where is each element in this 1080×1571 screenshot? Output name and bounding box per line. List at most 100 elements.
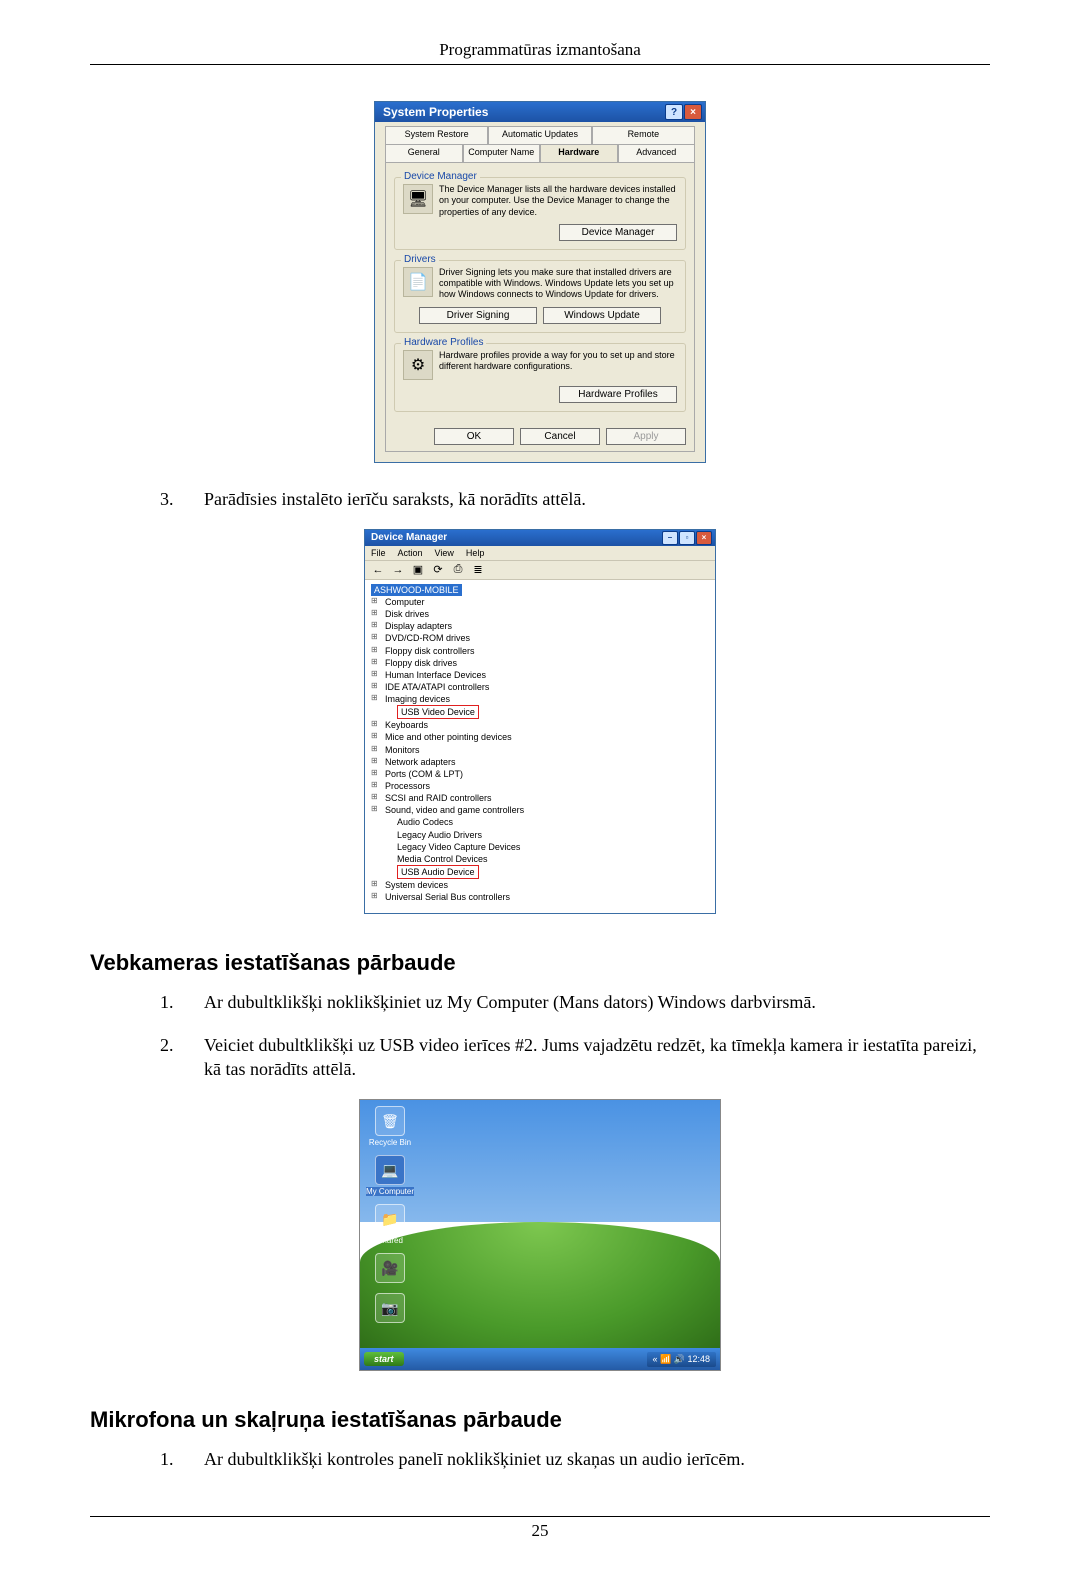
windows-update-button[interactable]: Windows Update xyxy=(543,307,661,324)
toolbar-back-icon[interactable]: ← xyxy=(371,563,385,577)
tree-node[interactable]: Monitors xyxy=(371,744,709,756)
folder-label: Shared xyxy=(366,1236,414,1245)
tree-node[interactable]: Processors xyxy=(371,780,709,792)
xp-desktop: 🗑 Recycle Bin 💻 My Computer 📁 Shared 🎥 📷 xyxy=(359,1099,721,1371)
tree-node[interactable]: Computer xyxy=(371,596,709,608)
hw-profiles-button[interactable]: Hardware Profiles xyxy=(559,386,677,403)
menu-view[interactable]: View xyxy=(435,548,454,558)
ok-button[interactable]: OK xyxy=(434,428,514,445)
tree-node[interactable]: Disk drives xyxy=(371,608,709,620)
fieldset-device-manager: Device Manager 🖥 The Device Manager list… xyxy=(394,177,686,250)
drivers-desc: Driver Signing lets you make sure that i… xyxy=(439,267,677,301)
step-3-text: Parādīsies instalēto ierīču saraksts, kā… xyxy=(204,487,990,511)
usb-video-device-highlight[interactable]: USB Video Device xyxy=(397,705,479,719)
tab-computer-name[interactable]: Computer Name xyxy=(463,144,541,162)
desktop-icon-shared[interactable]: 📁 Shared xyxy=(366,1204,414,1245)
folder-icon: 📁 xyxy=(375,1204,405,1234)
figure-system-properties: System Properties ? × System Restore Aut… xyxy=(90,101,990,463)
devmgr-toolbar: ← → ▣ ⟳ ⎙ ≣ xyxy=(365,561,715,580)
tab-remote[interactable]: Remote xyxy=(592,126,695,144)
footer-rule xyxy=(90,1516,990,1517)
step-3: 3. Parādīsies instalēto ierīču saraksts,… xyxy=(160,487,990,511)
tree-leaf[interactable]: Audio Codecs xyxy=(371,816,709,828)
fieldset-hardware-profiles: Hardware Profiles ⚙ Hardware profiles pr… xyxy=(394,343,686,412)
maximize-button[interactable]: ▫ xyxy=(679,531,695,545)
tree-node[interactable]: Mice and other pointing devices xyxy=(371,731,709,743)
tab-automatic-updates[interactable]: Automatic Updates xyxy=(488,126,591,144)
legend-hw-profiles: Hardware Profiles xyxy=(401,337,486,348)
device-manager-window: Device Manager – ▫ × File Action View He… xyxy=(364,529,716,915)
tree-node[interactable]: DVD/CD-ROM drives xyxy=(371,632,709,644)
devmgr-title-text: Device Manager xyxy=(371,532,447,543)
help-button[interactable]: ? xyxy=(665,104,683,120)
toolbar-refresh-icon[interactable]: ⟳ xyxy=(431,563,445,577)
xp-grass xyxy=(360,1222,720,1349)
tree-node[interactable]: Keyboards xyxy=(371,719,709,731)
system-tray[interactable]: « 📶 🔊 12:48 xyxy=(647,1352,716,1367)
mic-step-1-text: Ar dubultklikšķi kontroles panelī noklik… xyxy=(204,1447,990,1471)
system-properties-dialog: System Properties ? × System Restore Aut… xyxy=(374,101,706,463)
xp-desktop-icons: 🗑 Recycle Bin 💻 My Computer 📁 Shared 🎥 📷 xyxy=(366,1106,414,1325)
tab-system-restore[interactable]: System Restore xyxy=(385,126,488,144)
desktop-icon-recycle-bin[interactable]: 🗑 Recycle Bin xyxy=(366,1106,414,1147)
tree-node[interactable]: Network adapters xyxy=(371,756,709,768)
heading-webcam-check: Vebkameras iestatīšanas pārbaude xyxy=(90,950,990,976)
tree-node-imaging[interactable]: Imaging devices xyxy=(371,693,709,705)
xp-sky xyxy=(360,1100,720,1222)
device-manager-desc: The Device Manager lists all the hardwar… xyxy=(439,184,677,218)
devmgr-tree: ASHWOOD-MOBILE Computer Disk drives Disp… xyxy=(365,580,715,914)
toolbar-print-icon[interactable]: ⎙ xyxy=(451,563,465,577)
webcam-step-2: 2. Veiciet dubultklikšķi uz USB video ie… xyxy=(160,1033,990,1082)
drivers-icon: 📄 xyxy=(403,267,433,297)
toolbar-fwd-icon[interactable]: → xyxy=(391,563,405,577)
minimize-button[interactable]: – xyxy=(662,531,678,545)
tree-node[interactable]: Floppy disk controllers xyxy=(371,645,709,657)
tree-node[interactable]: Ports (COM & LPT) xyxy=(371,768,709,780)
driver-signing-button[interactable]: Driver Signing xyxy=(419,307,537,324)
webcam-step-1-num: 1. xyxy=(160,990,184,1014)
webcam-step-1-text: Ar dubultklikšķi noklikšķiniet uz My Com… xyxy=(204,990,990,1014)
tree-node[interactable]: Floppy disk drives xyxy=(371,657,709,669)
mic-step-1: 1. Ar dubultklikšķi kontroles panelī nok… xyxy=(160,1447,990,1471)
tree-leaf[interactable]: Legacy Video Capture Devices xyxy=(371,841,709,853)
menu-action[interactable]: Action xyxy=(398,548,423,558)
tree-node[interactable]: Universal Serial Bus controllers xyxy=(371,891,709,903)
close-button[interactable]: × xyxy=(684,104,702,120)
tree-node[interactable]: Display adapters xyxy=(371,620,709,632)
desktop-icon-my-computer[interactable]: 💻 My Computer xyxy=(366,1155,414,1196)
hw-profiles-desc: Hardware profiles provide a way for you … xyxy=(439,350,677,373)
recycle-bin-label: Recycle Bin xyxy=(366,1138,414,1147)
toolbar-list-icon[interactable]: ≣ xyxy=(471,563,485,577)
tab-hardware[interactable]: Hardware xyxy=(540,144,618,162)
desktop-icon-camera[interactable]: 📷 xyxy=(366,1293,414,1325)
tree-node[interactable]: SCSI and RAID controllers xyxy=(371,792,709,804)
apply-button[interactable]: Apply xyxy=(606,428,686,445)
desktop-icon-video[interactable]: 🎥 xyxy=(366,1253,414,1285)
cancel-button[interactable]: Cancel xyxy=(520,428,600,445)
device-manager-button[interactable]: Device Manager xyxy=(559,224,677,241)
tab-advanced[interactable]: Advanced xyxy=(618,144,696,162)
recycle-bin-icon: 🗑 xyxy=(375,1106,405,1136)
tree-node[interactable]: Human Interface Devices xyxy=(371,669,709,681)
header-rule xyxy=(90,64,990,65)
tree-node[interactable]: IDE ATA/ATAPI controllers xyxy=(371,681,709,693)
device-manager-icon: 🖥 xyxy=(403,184,433,214)
toolbar-view-icon[interactable]: ▣ xyxy=(411,563,425,577)
tree-root[interactable]: ASHWOOD-MOBILE xyxy=(371,584,462,596)
close-button[interactable]: × xyxy=(696,531,712,545)
tree-node[interactable]: System devices xyxy=(371,879,709,891)
tab-general[interactable]: General xyxy=(385,144,463,162)
camera-icon: 📷 xyxy=(375,1293,405,1323)
start-button[interactable]: start xyxy=(364,1352,404,1366)
usb-audio-device-highlight[interactable]: USB Audio Device xyxy=(397,865,479,879)
devmgr-menubar: File Action View Help xyxy=(365,546,715,561)
tree-leaf[interactable]: Media Control Devices xyxy=(371,853,709,865)
menu-help[interactable]: Help xyxy=(466,548,485,558)
video-icon: 🎥 xyxy=(375,1253,405,1283)
tree-leaf[interactable]: Legacy Audio Drivers xyxy=(371,829,709,841)
my-computer-icon: 💻 xyxy=(375,1155,405,1185)
fieldset-drivers: Drivers 📄 Driver Signing lets you make s… xyxy=(394,260,686,333)
tree-node-sound[interactable]: Sound, video and game controllers xyxy=(371,804,709,816)
menu-file[interactable]: File xyxy=(371,548,386,558)
my-computer-label: My Computer xyxy=(366,1187,414,1196)
